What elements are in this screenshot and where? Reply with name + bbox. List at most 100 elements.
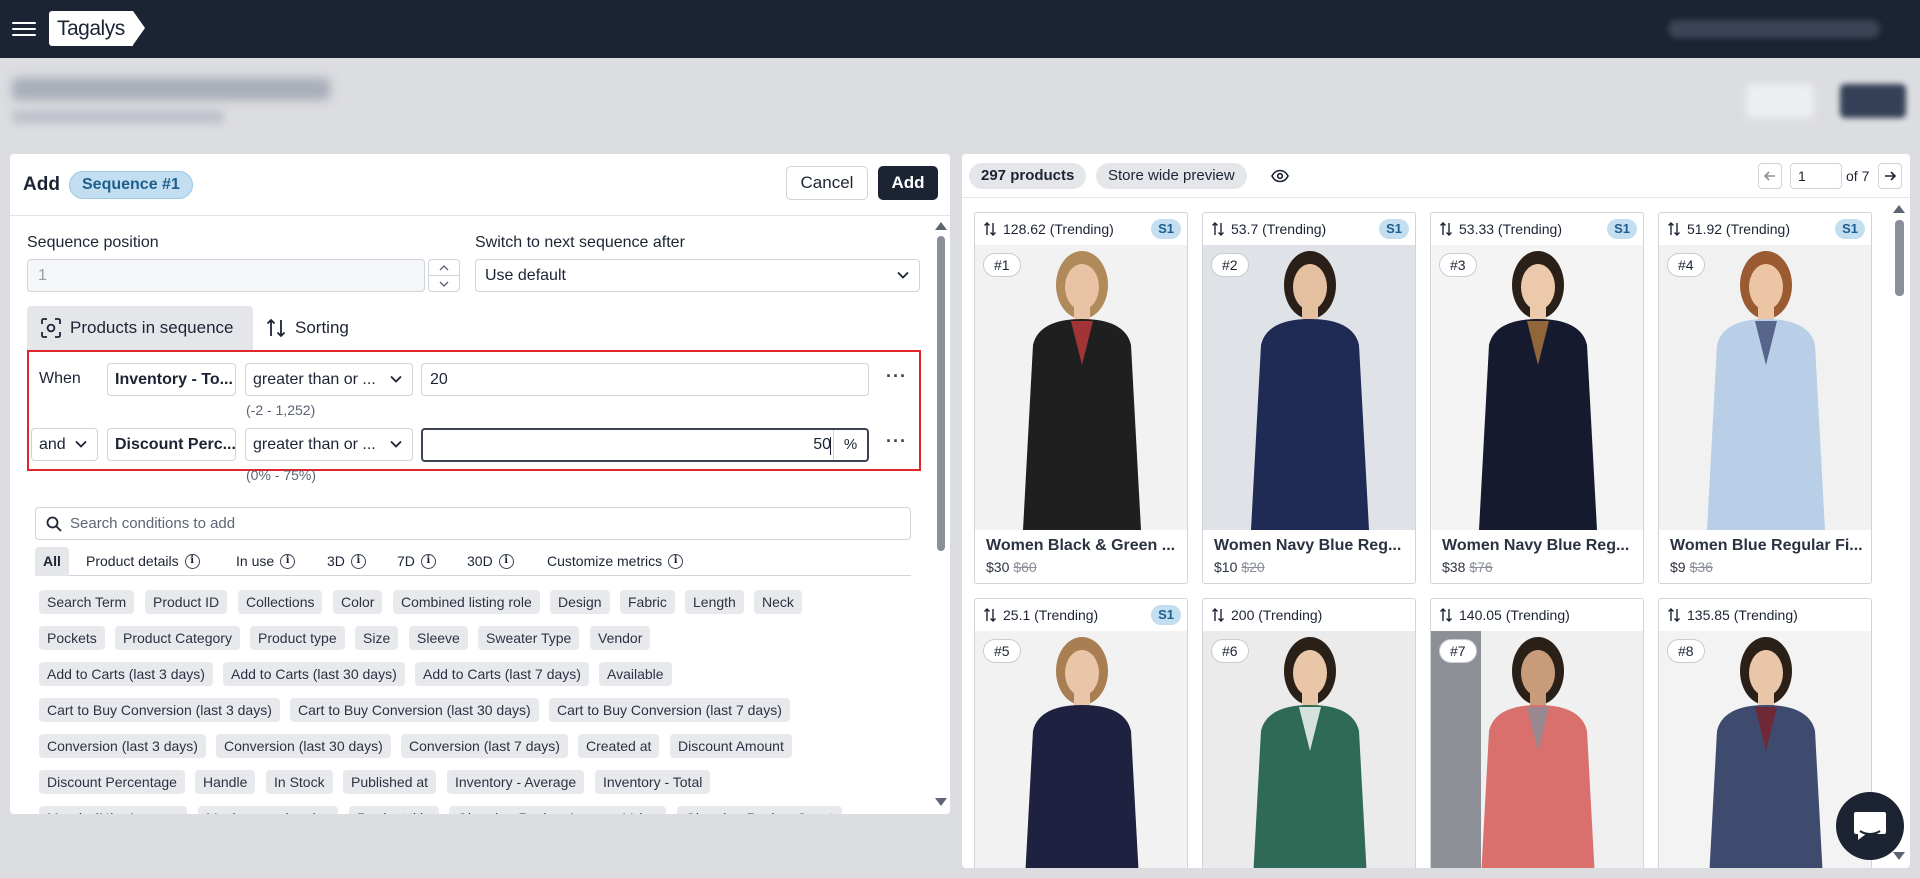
product-name[interactable]: Women Navy Blue Reg... <box>1431 530 1643 555</box>
chat-widget-button[interactable] <box>1836 792 1904 860</box>
condition-chip[interactable]: Cart to Buy Conversion (last 3 days) <box>39 698 280 722</box>
filter-tab-in-use[interactable]: In use i <box>236 547 296 576</box>
condition-2-field-select[interactable]: Discount Perc... <box>107 428 236 461</box>
product-image[interactable]: #2 <box>1203 245 1415 530</box>
menu-icon[interactable] <box>12 18 36 38</box>
condition-chip[interactable]: Color <box>333 590 383 614</box>
condition-chip[interactable]: In Stock <box>266 770 333 794</box>
product-name[interactable]: Women Black & Green ... <box>975 530 1187 555</box>
condition-chip[interactable]: Add to Carts (last 30 days) <box>223 662 405 686</box>
product-image[interactable]: #5 <box>975 631 1187 868</box>
product-image[interactable]: #4 <box>1659 245 1871 530</box>
condition-chip[interactable]: Discount Percentage <box>39 770 185 794</box>
condition-chip[interactable]: Product title <box>349 806 439 814</box>
scroll-up-icon[interactable] <box>935 222 947 230</box>
condition-chip[interactable]: Collections <box>238 590 323 614</box>
info-icon[interactable]: i <box>420 554 436 569</box>
eye-icon[interactable] <box>1271 169 1289 183</box>
filter-tab-all[interactable]: All <box>35 547 69 576</box>
condition-chip[interactable]: Sleeve <box>409 626 468 650</box>
tab-sorting[interactable]: Sorting <box>266 306 349 350</box>
info-icon[interactable]: i <box>350 554 366 569</box>
tab-products-in-sequence[interactable]: Products in sequence <box>27 306 253 350</box>
condition-chip[interactable]: Pockets <box>39 626 105 650</box>
condition-chip[interactable]: Published at <box>343 770 437 794</box>
product-card[interactable]: 140.05 (Trending) #7 <box>1430 598 1644 868</box>
condition-chip[interactable]: Available <box>599 662 672 686</box>
header-save-button-blurred[interactable] <box>1840 84 1906 118</box>
condition-chip[interactable]: Combined listing role <box>393 590 540 614</box>
condition-chip[interactable]: Vendor <box>590 626 651 650</box>
condition-chip[interactable]: Fabric <box>620 590 675 614</box>
condition-chip[interactable]: Conversion (last 3 days) <box>39 734 206 758</box>
product-card[interactable]: 53.7 (Trending) S1 #2 Women Navy Blue Reg..… <box>1202 212 1416 584</box>
next-page-button[interactable] <box>1878 163 1902 189</box>
condition-chip[interactable]: Add to Carts (last 3 days) <box>39 662 213 686</box>
filter-tab-3d[interactable]: 3D i <box>327 547 366 576</box>
product-card[interactable]: 200 (Trending) #6 <box>1202 598 1416 868</box>
condition-1-value-input[interactable]: 20 <box>421 363 869 396</box>
logo[interactable]: Tagalys <box>49 11 145 46</box>
condition-chip[interactable]: Sweater Type <box>478 626 580 650</box>
switch-sequence-select[interactable]: Use default <box>475 259 920 292</box>
condition-chip[interactable]: Okendo - Review Count <box>677 806 842 814</box>
filter-tab-product-details[interactable]: Product details i <box>86 547 200 576</box>
info-icon[interactable]: i <box>184 554 200 569</box>
sequence-position-stepper[interactable] <box>428 259 460 292</box>
scroll-thumb[interactable] <box>1895 220 1904 296</box>
header-cancel-button-blurred[interactable] <box>1746 84 1814 118</box>
condition-chip[interactable]: Handle <box>195 770 256 794</box>
product-image[interactable]: #1 <box>975 245 1187 530</box>
filter-tab-30d[interactable]: 30D i <box>467 547 514 576</box>
condition-2-operator-select[interactable]: greater than or ... <box>245 428 413 461</box>
condition-1-operator-select[interactable]: greater than or ... <box>245 363 413 396</box>
product-grid-scrollbar[interactable] <box>1890 202 1908 866</box>
condition-chip[interactable]: Add to Carts (last 7 days) <box>415 662 589 686</box>
scroll-down-icon[interactable] <box>935 798 947 806</box>
condition-chip[interactable]: Conversion (last 7 days) <box>401 734 568 758</box>
scroll-up-icon[interactable] <box>1893 205 1905 213</box>
condition-2-more-icon[interactable]: ··· <box>886 431 907 452</box>
info-icon[interactable]: i <box>668 554 684 569</box>
prev-page-button[interactable] <box>1758 163 1782 189</box>
product-name[interactable]: Women Navy Blue Reg... <box>1203 530 1415 555</box>
scroll-down-icon[interactable] <box>1893 852 1905 860</box>
cancel-button[interactable]: Cancel <box>786 166 868 200</box>
sequence-position-input[interactable]: 1 <box>27 259 425 292</box>
condition-chip[interactable]: Design <box>550 590 610 614</box>
condition-chip[interactable]: Inventory - Total <box>595 770 711 794</box>
filter-tab-customize-metrics[interactable]: Customize metrics i <box>547 547 684 576</box>
condition-chip[interactable]: Cart to Buy Conversion (last 30 days) <box>290 698 539 722</box>
stepper-down-icon[interactable] <box>429 276 459 292</box>
product-image[interactable]: #3 <box>1431 245 1643 530</box>
filter-tab-7d[interactable]: 7D i <box>397 547 436 576</box>
condition-chip[interactable]: Length <box>685 590 744 614</box>
info-icon[interactable]: i <box>498 554 514 569</box>
left-panel-scrollbar[interactable] <box>932 216 950 814</box>
product-card[interactable]: 25.1 (Trending) S1 #5 <box>974 598 1188 868</box>
condition-chip[interactable]: Product Category <box>115 626 240 650</box>
product-name[interactable]: Women Blue Regular Fi... <box>1659 530 1871 555</box>
condition-chip[interactable]: Product type <box>250 626 345 650</box>
product-image[interactable]: #6 <box>1203 631 1415 868</box>
condition-chip[interactable]: Cart to Buy Conversion (last 7 days) <box>549 698 790 722</box>
condition-chip[interactable]: Neck <box>754 590 802 614</box>
condition-1-more-icon[interactable]: ··· <box>886 366 907 387</box>
condition-chip[interactable]: Discount Amount <box>670 734 792 758</box>
condition-chip[interactable]: Conversion (last 30 days) <box>216 734 391 758</box>
condition-chip[interactable]: Maximum sale price <box>198 806 339 814</box>
scroll-thumb[interactable] <box>937 236 945 551</box>
condition-chip[interactable]: Okendo - Review Average Value <box>449 806 667 814</box>
stepper-up-icon[interactable] <box>429 260 459 276</box>
store-wide-preview-button[interactable]: Store wide preview <box>1096 163 1247 189</box>
product-card[interactable]: 51.92 (Trending) S1 #4 Women Blue Regular F… <box>1658 212 1872 584</box>
condition-2-join-select[interactable]: and <box>31 428 98 461</box>
condition-chip[interactable]: Created at <box>578 734 660 758</box>
condition-chip[interactable]: Product ID <box>145 590 228 614</box>
condition-1-field-select[interactable]: Inventory - To... <box>107 363 236 396</box>
condition-chip[interactable]: Size <box>355 626 399 650</box>
search-conditions-input[interactable]: Search conditions to add <box>35 507 911 540</box>
condition-chip[interactable]: Inventory - Average <box>447 770 585 794</box>
page-number-input[interactable]: 1 <box>1790 163 1842 189</box>
account-menu-blurred[interactable] <box>1668 20 1880 38</box>
